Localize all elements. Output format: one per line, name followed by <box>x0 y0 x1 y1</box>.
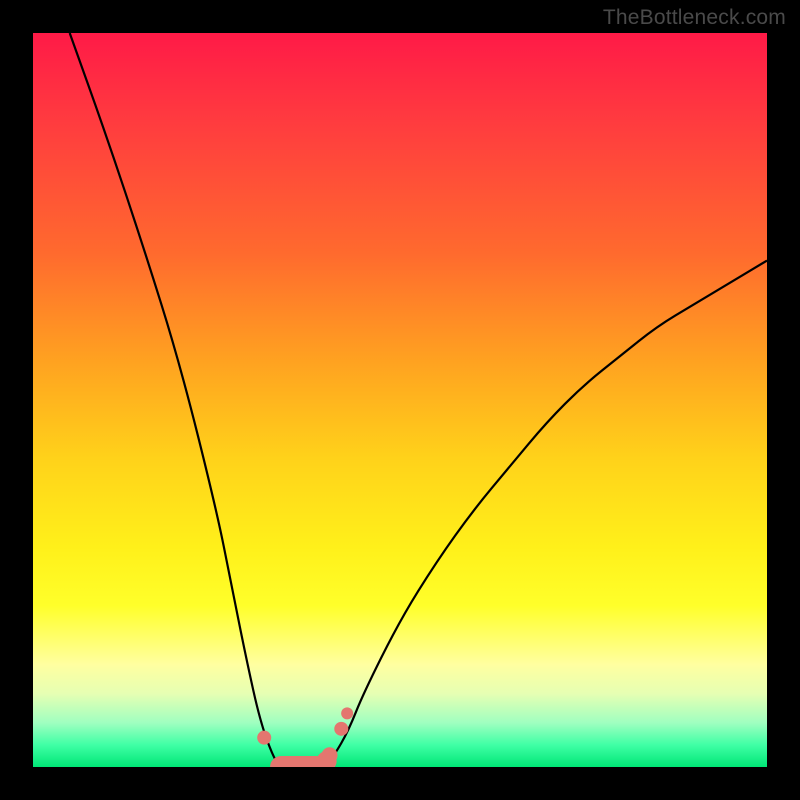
plot-area <box>33 33 767 767</box>
data-marker <box>322 747 338 763</box>
chart-frame: TheBottleneck.com <box>0 0 800 800</box>
data-marker <box>257 731 271 745</box>
watermark-text: TheBottleneck.com <box>603 6 786 30</box>
data-marker <box>341 707 353 719</box>
bottleneck-curve <box>33 33 767 767</box>
data-marker <box>334 722 348 736</box>
